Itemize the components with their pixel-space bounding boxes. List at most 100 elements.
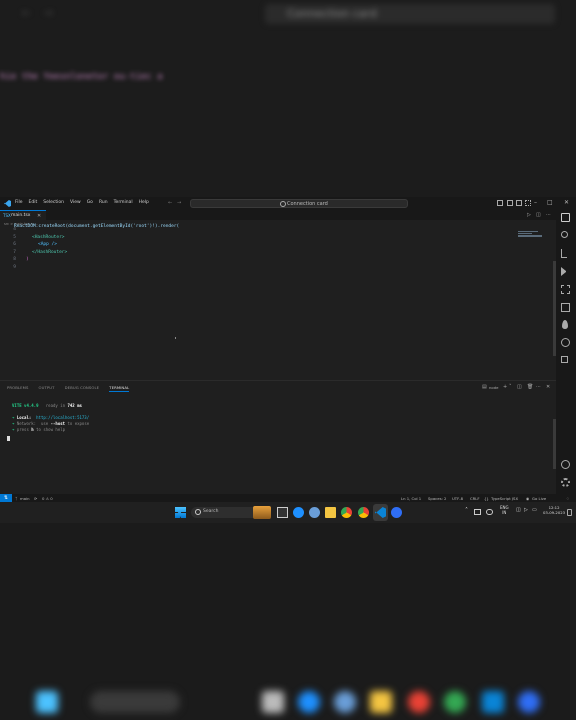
go-live-icon[interactable]: ◉ (526, 496, 529, 501)
chrome-canary-icon[interactable] (358, 507, 369, 518)
menu-go[interactable]: Go (87, 200, 93, 205)
menu-help[interactable]: Help (139, 200, 149, 205)
customize-layout-icon[interactable] (525, 200, 531, 206)
tab-terminal[interactable]: TERMINAL (109, 385, 130, 392)
wifi-icon[interactable]: ◫ (516, 508, 521, 513)
bottom-panel: PROBLEMS OUTPUT DEBUG CONSOLE TERMINAL ▤… (0, 380, 556, 495)
network-hint-pre: use (40, 421, 49, 426)
close-panel-icon[interactable]: ✕ (546, 384, 550, 390)
line-ending[interactable]: CRLF (470, 496, 480, 501)
minimize-icon[interactable]: – (534, 199, 537, 207)
clock[interactable]: 12:12 03-09-2023 (543, 505, 565, 515)
menu-terminal[interactable]: Terminal (114, 200, 133, 205)
help-post: to show help (36, 427, 66, 432)
toggle-sidebar-icon[interactable] (497, 200, 503, 206)
menu-view[interactable]: View (70, 200, 81, 205)
explorer-icon[interactable] (561, 213, 570, 222)
back-arrow-icon[interactable]: ← (168, 200, 172, 206)
terminal-cursor (7, 436, 10, 441)
tab-output[interactable]: OUTPUT (39, 385, 55, 392)
language-indicator[interactable]: ENG IN (500, 505, 509, 515)
account-icon[interactable] (561, 460, 570, 469)
battery-icon[interactable]: ▭ (532, 508, 537, 513)
minimap[interactable] (518, 231, 544, 237)
new-terminal-icon[interactable]: + (503, 384, 507, 390)
task-view-icon[interactable] (277, 507, 288, 518)
line-number: 5 (13, 234, 16, 240)
tray-cloud-icon[interactable] (486, 509, 493, 515)
edge-icon[interactable] (293, 507, 304, 518)
menu-file[interactable]: File (15, 200, 23, 205)
cursor-position[interactable]: Ln 1, Col 1 (401, 496, 421, 501)
extensions-icon[interactable] (561, 285, 570, 294)
more-actions-icon[interactable]: ⋯ (546, 212, 551, 218)
clock-date: 03-09-2023 (543, 510, 566, 515)
start-icon[interactable] (175, 507, 186, 518)
volume-icon[interactable]: ▷ (524, 508, 528, 513)
menu-edit[interactable]: Edit (29, 200, 38, 205)
toggle-panel-icon[interactable] (507, 200, 513, 206)
encoding[interactable]: UTF-8 (452, 496, 463, 501)
split-editor-icon[interactable]: ◫ (536, 212, 541, 218)
vscode-window: File Edit Selection View Go Run Terminal… (0, 197, 576, 523)
line-content: </HashRouter> (32, 249, 68, 255)
toggle-secondary-sidebar-icon[interactable] (516, 200, 522, 206)
app-icon[interactable] (391, 507, 402, 518)
close-icon[interactable]: ✕ (564, 199, 569, 207)
sync-icon[interactable]: ⟳ (34, 496, 37, 501)
panel-tabs: PROBLEMS OUTPUT DEBUG CONSOLE TERMINAL (7, 385, 130, 392)
code-editor[interactable]: 4 ReactDOM.createRoot(document.getElemen… (0, 224, 520, 272)
chevron-down-icon[interactable]: ˅ (509, 384, 512, 390)
tab-main-tsx[interactable]: TSX main.tsx ✕ (0, 210, 46, 220)
panel-icon[interactable] (561, 356, 568, 363)
braces-icon[interactable]: {} (484, 496, 489, 501)
remote-explorer-icon[interactable] (561, 303, 570, 312)
notification-bell-icon[interactable] (567, 509, 572, 516)
run-icon[interactable]: ▷ (527, 212, 531, 218)
tray-app-icon[interactable] (474, 509, 481, 515)
split-terminal-icon[interactable]: ◫ (517, 384, 522, 390)
leaf-icon[interactable] (562, 320, 568, 329)
background-code-text: hie the Yeesnlonetor ou-tiec a (0, 72, 163, 82)
background-window: ← → Connection card hie the Yeesnlonetor… (0, 0, 576, 197)
local-url[interactable]: http://localhost:5173/ (36, 415, 89, 420)
git-branch-icon[interactable]: ᛉ (15, 496, 17, 501)
background-edge-icon (298, 691, 320, 713)
command-center[interactable]: Connection card (190, 199, 408, 208)
chevron-up-icon[interactable]: ˄ (465, 508, 468, 514)
go-live[interactable]: Go Live (532, 496, 546, 501)
search-icon[interactable] (561, 231, 568, 238)
background-chrome-icon (408, 691, 430, 713)
terminal-output[interactable]: VITE v4.4.9 ready in 742 ms ➜ Local: htt… (12, 403, 89, 433)
tab-debug-console[interactable]: DEBUG CONSOLE (65, 385, 100, 392)
remote-indicator-icon[interactable]: ⇅ (0, 494, 12, 502)
language-mode[interactable]: TypeScript JSX (491, 496, 518, 501)
gear-icon[interactable] (561, 478, 570, 487)
background-titlebar: ← → Connection card (0, 0, 576, 28)
chrome-icon[interactable] (341, 507, 352, 518)
notifications-icon[interactable]: ♢ (566, 496, 569, 501)
git-branch[interactable]: main (20, 496, 30, 501)
maximize-icon[interactable]: □ (547, 199, 553, 207)
forward-arrow-icon[interactable]: → (177, 200, 181, 206)
trash-icon[interactable]: 🗑 (527, 384, 533, 390)
tab-close-icon[interactable]: ✕ (37, 213, 41, 219)
settings-icon[interactable] (309, 507, 320, 518)
indentation[interactable]: Spaces: 2 (428, 496, 446, 501)
bolt-icon[interactable] (561, 338, 570, 347)
source-control-icon[interactable] (561, 249, 567, 258)
terminal-name[interactable]: node (489, 385, 498, 390)
search-icon (195, 509, 201, 515)
problems-count[interactable]: 0 ⚠ 0 (42, 496, 53, 501)
run-debug-icon[interactable] (561, 267, 566, 276)
code-line: 5 <HashRouter> (0, 235, 520, 243)
file-explorer-icon[interactable] (325, 507, 336, 518)
menu-run[interactable]: Run (99, 200, 108, 205)
more-actions-icon[interactable]: ⋯ (536, 384, 541, 390)
menu-selection[interactable]: Selection (43, 200, 64, 205)
command-center-label: Connection card (287, 200, 328, 207)
background-code: hie the Yeesnlonetor ou-tiec a (0, 72, 163, 82)
search-highlight-icon[interactable] (253, 506, 271, 519)
tab-problems[interactable]: PROBLEMS (7, 385, 29, 392)
terminal-icon[interactable]: ▤ (482, 384, 487, 390)
